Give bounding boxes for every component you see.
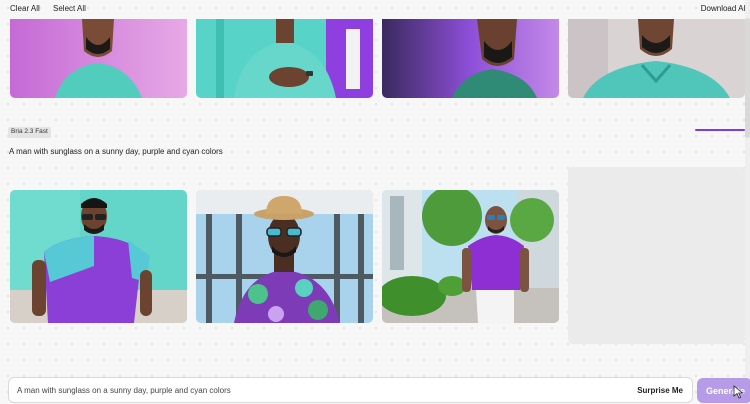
image-man-purple-polo-street[interactable] [382, 190, 559, 323]
scrollbar-thumb[interactable] [745, 18, 750, 138]
download-all-button[interactable]: Download All [701, 4, 747, 13]
mouse-cursor-icon [733, 385, 744, 399]
prompt-input[interactable] [17, 378, 617, 402]
select-all-button[interactable]: Select All [53, 4, 86, 13]
image-man-sunglasses-purple-cyan-tee[interactable] [10, 190, 187, 323]
clear-all-button[interactable]: Clear All [10, 4, 40, 13]
surprise-me-button[interactable]: Surprise Me [637, 386, 683, 395]
image-man-cyan-shirt-pink-bg[interactable] [10, 19, 187, 98]
top-toolbar: Clear All Select All Download All [0, 0, 750, 18]
image-man-purple-light-profile[interactable] [382, 19, 559, 98]
image-man-cyan-shirt-hands[interactable] [196, 19, 373, 98]
progress-indicator [695, 129, 745, 131]
loading-image-placeholder [568, 167, 745, 344]
image-man-cyan-polo[interactable] [568, 19, 745, 98]
image-man-straw-hat-floral-shirt[interactable] [196, 190, 373, 323]
prompt-bar: Surprise Me [8, 377, 693, 403]
generation-prompt: A man with sunglass on a sunny day, purp… [9, 147, 223, 156]
model-badge: Bria 2.3 Fast [8, 127, 51, 138]
